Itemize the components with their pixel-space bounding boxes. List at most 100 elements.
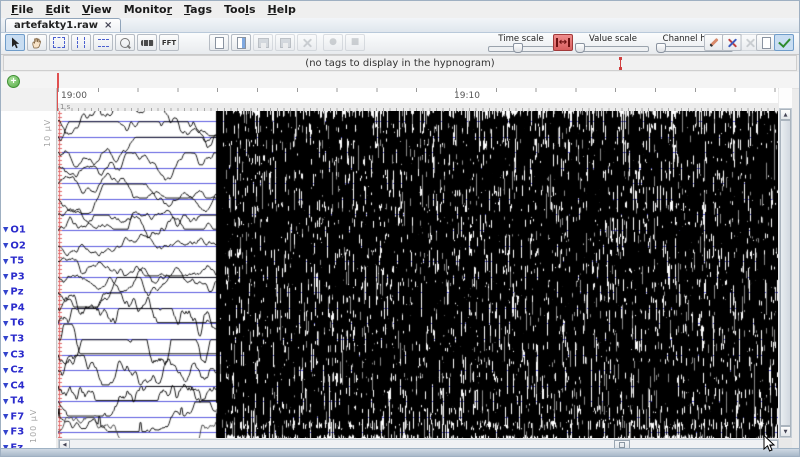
page-signal-button[interactable] [231,34,251,51]
tag-strip: + [1,72,799,89]
value-scale-bottom-label: 100 µV [29,401,38,443]
timeline-mid-label: 19:10 [454,91,480,101]
menu-tags[interactable]: Tags [178,3,218,16]
channel-height-thumb[interactable] [656,43,666,53]
status-bar [1,448,799,456]
channel-dropdown-icon[interactable]: ▼ [3,289,8,296]
channel-label-f3[interactable]: ▼F3 [3,428,24,438]
select-cursor-button[interactable] [5,34,25,51]
row-select-button[interactable] [93,34,113,51]
menu-monitor[interactable]: Monitor [118,3,178,16]
channel-label-t6[interactable]: ▼T6 [3,319,24,329]
crossed-tools-icon [727,37,738,48]
value-scale-track[interactable] [577,46,649,52]
hand-icon [31,37,43,49]
value-scale-slider[interactable]: Value scale [575,33,651,54]
document-button[interactable] [756,34,776,51]
channel-label-t4[interactable]: ▼T4 [3,397,24,407]
menu-file[interactable]: File [5,3,40,16]
channel-dropdown-icon[interactable]: ▼ [3,258,8,265]
edit-tag-button[interactable] [704,34,724,51]
channel-label-c3[interactable]: ▼C3 [3,350,25,360]
channel-label-o2[interactable]: ▼O2 [3,241,26,251]
record-button[interactable]: ● [323,34,343,51]
timeline-ruler[interactable]: 19:00 19:10 [58,88,778,104]
menu-tools[interactable]: Tools [218,3,262,16]
close-document-button[interactable] [297,34,317,51]
tab-close-icon[interactable]: × [104,21,112,31]
remove-x-icon [745,37,756,48]
row-select-icon [98,39,109,47]
value-scale-top-label: 10 µV [43,113,52,147]
zoom-button[interactable] [115,34,135,51]
channel-dropdown-icon[interactable]: ▼ [3,274,8,281]
channel-label-f7[interactable]: ▼F7 [3,412,24,422]
signal-canvas[interactable] [58,111,778,438]
fit-width-icon: ↔ [556,38,570,47]
time-scale-thumb[interactable] [513,43,523,53]
menu-help[interactable]: Help [262,3,302,16]
value-scale-thumb[interactable] [575,43,585,53]
channel-dropdown-icon[interactable]: ▼ [3,227,8,234]
column-select-icon [77,37,85,48]
channel-dropdown-icon[interactable]: ▼ [3,305,8,312]
channel-dropdown-icon[interactable]: ▼ [3,352,8,359]
channel-dropdown-icon[interactable]: ▼ [3,429,8,436]
channel-dropdown-icon[interactable]: ▼ [3,320,8,327]
tab-bar: artefakty1.raw × [1,18,799,32]
app-window: File Edit View Monitor Tags Tools Help a… [0,0,800,457]
fit-width-button[interactable]: ↔ [553,34,573,51]
time-scale-slider[interactable]: Time scale [486,33,556,54]
fft-button[interactable]: FFT [159,34,179,51]
menubar: File Edit View Monitor Tags Tools Help [1,1,799,19]
channel-dropdown-icon[interactable]: ▼ [3,398,8,405]
close-x-icon [302,37,313,48]
channel-label-c4[interactable]: ▼C4 [3,381,25,391]
save-button[interactable] [253,34,273,51]
pencil-icon [709,38,718,47]
seconds-ruler: 1 s [58,103,778,111]
seconds-ruler-label: 1 s [60,103,70,111]
cursor-arrow-icon [10,37,20,49]
save-as-button[interactable] [275,34,295,51]
ruler-extension [779,88,792,108]
channel-dropdown-icon[interactable]: ▼ [3,383,8,390]
stop-icon: ■ [351,38,360,47]
channel-dropdown-icon[interactable]: ▼ [3,414,8,421]
channel-label-t3[interactable]: ▼T3 [3,334,24,344]
rect-select-button[interactable] [49,34,69,51]
tab-artefakty1-raw[interactable]: artefakty1.raw × [5,18,121,32]
filter-toggle-button[interactable] [774,34,794,51]
channel-label-cz[interactable]: ▼Cz [3,366,24,376]
channel-label-pz[interactable]: ▼Pz [3,288,24,298]
channel-dropdown-icon[interactable]: ▼ [3,367,8,374]
new-page-button[interactable] [209,34,229,51]
channel-label-p3[interactable]: ▼P3 [3,272,25,282]
pan-hand-button[interactable] [27,34,47,51]
column-select-button[interactable] [71,34,91,51]
stop-button[interactable]: ■ [345,34,365,51]
hypnogram-message: (no tags to display in the hypnogram) [305,58,494,69]
menu-edit[interactable]: Edit [40,3,76,16]
save-as-icon [280,38,291,48]
scroll-down-button[interactable]: ▼ [780,426,791,437]
save-icon [258,38,269,48]
channel-label-t5[interactable]: ▼T5 [3,257,24,267]
ruler-button[interactable] [137,34,157,51]
page-signal-icon [237,37,246,49]
tag-tools-button[interactable] [722,34,742,51]
channel-label-o1[interactable]: ▼O1 [3,225,26,235]
hypnogram-strip: (no tags to display in the hypnogram) [3,55,797,71]
tab-title: artefakty1.raw [14,20,98,31]
vertical-scroll-thumb[interactable] [780,120,791,426]
hypnogram-marker[interactable] [618,57,623,70]
scroll-up-button[interactable]: ▲ [780,109,791,120]
magnifier-icon [120,38,130,48]
channel-dropdown-icon[interactable]: ▼ [3,243,8,250]
add-montage-button[interactable]: + [7,75,20,88]
channel-label-p4[interactable]: ▼P4 [3,303,25,313]
toolbar: FFT ● ■ Time scale ↔ Value scale Channel… [1,32,799,55]
vertical-scrollbar[interactable]: ▲ ▼ [779,108,792,438]
menu-view[interactable]: View [76,3,118,16]
channel-dropdown-icon[interactable]: ▼ [3,336,8,343]
